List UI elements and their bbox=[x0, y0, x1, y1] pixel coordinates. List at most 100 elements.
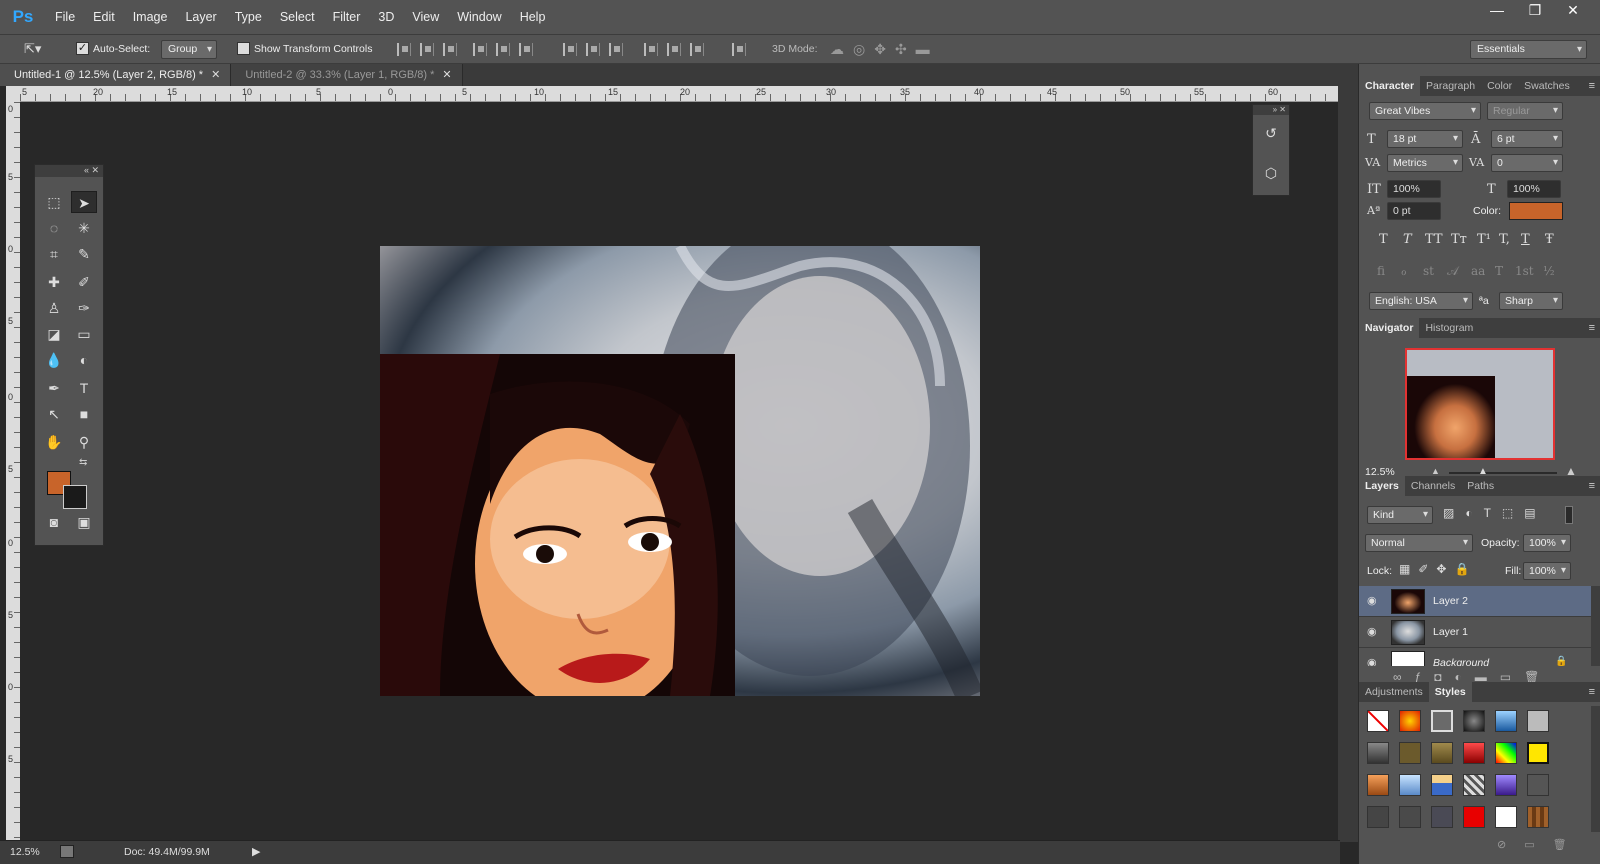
menu-file[interactable]: File bbox=[46, 0, 84, 34]
layer-name[interactable]: Background bbox=[1433, 657, 1489, 666]
style-swatch[interactable] bbox=[1399, 710, 1421, 732]
zoom-slider[interactable] bbox=[1449, 472, 1557, 474]
eraser-tool-icon[interactable]: ◪ bbox=[41, 323, 67, 345]
layer-row-layer-2[interactable]: ◉ Layer 2 bbox=[1359, 586, 1591, 617]
distribute-bottom-icon[interactable] bbox=[609, 43, 623, 56]
mini-panel-header[interactable]: » ✕ bbox=[1253, 105, 1289, 115]
vertical-scale-field[interactable]: 100% bbox=[1387, 180, 1441, 198]
subscript-icon[interactable]: T, bbox=[1499, 232, 1510, 247]
tab-histogram[interactable]: Histogram bbox=[1419, 318, 1479, 338]
leading-field[interactable]: 6 pt bbox=[1491, 130, 1563, 148]
style-swatch[interactable] bbox=[1431, 742, 1453, 764]
style-swatch[interactable] bbox=[1399, 774, 1421, 796]
style-swatch[interactable] bbox=[1463, 774, 1485, 796]
menu-image[interactable]: Image bbox=[124, 0, 177, 34]
status-zoom[interactable]: 12.5% bbox=[10, 846, 40, 858]
align-right-icon[interactable] bbox=[519, 43, 533, 56]
align-left-icon[interactable] bbox=[473, 43, 487, 56]
move-tool-preset-icon[interactable]: ⇱▾ bbox=[24, 41, 62, 59]
layer-row-background[interactable]: ◉ Background 🔒 bbox=[1359, 648, 1591, 666]
ligature-icon[interactable]: fi bbox=[1377, 264, 1385, 278]
history-icon[interactable]: ↺ bbox=[1260, 125, 1282, 147]
font-family-dropdown[interactable]: Great Vibes bbox=[1369, 102, 1481, 120]
tracking-field[interactable]: 0 bbox=[1491, 154, 1563, 172]
show-transform-checkbox[interactable] bbox=[237, 42, 250, 55]
style-swatch[interactable] bbox=[1463, 806, 1485, 828]
history-brush-tool-icon[interactable]: ✑ bbox=[71, 297, 97, 319]
tab-adjustments[interactable]: Adjustments bbox=[1359, 682, 1429, 702]
align-top-icon[interactable] bbox=[397, 43, 411, 56]
strikethrough-icon[interactable]: Ŧ bbox=[1545, 232, 1554, 247]
faux-italic-icon[interactable]: T bbox=[1403, 232, 1412, 247]
styles-scrollbar[interactable] bbox=[1591, 706, 1600, 832]
style-swatch[interactable] bbox=[1495, 806, 1517, 828]
swash-icon[interactable]: 𝒜 bbox=[1447, 264, 1458, 279]
menu-select[interactable]: Select bbox=[271, 0, 324, 34]
screen-mode-icon[interactable]: ▣ bbox=[71, 511, 97, 533]
fractions-icon[interactable]: ½ bbox=[1543, 264, 1555, 278]
menu-view[interactable]: View bbox=[403, 0, 448, 34]
menu-edit[interactable]: Edit bbox=[84, 0, 124, 34]
layers-scrollbar[interactable] bbox=[1591, 586, 1600, 666]
style-swatch[interactable] bbox=[1431, 806, 1453, 828]
clone-stamp-tool-icon[interactable]: ♙ bbox=[41, 297, 67, 319]
document-canvas[interactable] bbox=[380, 246, 980, 696]
tools-panel-header[interactable]: « ✕ bbox=[35, 165, 103, 177]
menu-filter[interactable]: Filter bbox=[324, 0, 370, 34]
visibility-eye-icon[interactable]: ◉ bbox=[1367, 625, 1377, 638]
fill-field[interactable]: 100% bbox=[1523, 562, 1571, 580]
panel-menu-icon[interactable]: ≡ bbox=[1589, 322, 1595, 334]
align-hcenter-icon[interactable] bbox=[496, 43, 510, 56]
filter-toggle-switch[interactable] bbox=[1565, 506, 1573, 524]
style-swatch[interactable] bbox=[1399, 742, 1421, 764]
auto-select-checkbox[interactable]: ✓ bbox=[76, 42, 89, 55]
superscript-icon[interactable]: T¹ bbox=[1477, 232, 1491, 247]
layer-name[interactable]: Layer 1 bbox=[1433, 626, 1468, 638]
auto-align-icon[interactable] bbox=[732, 43, 746, 56]
lasso-tool-icon[interactable]: ◌ bbox=[41, 217, 67, 239]
menu-layer[interactable]: Layer bbox=[176, 0, 225, 34]
status-menu-icon[interactable]: ▶ bbox=[252, 845, 260, 858]
distribute-right-icon[interactable] bbox=[690, 43, 704, 56]
language-dropdown[interactable]: English: USA bbox=[1369, 292, 1473, 310]
align-vcenter-icon[interactable] bbox=[420, 43, 434, 56]
auto-select-target-dropdown[interactable]: Group bbox=[161, 40, 217, 59]
underline-icon[interactable]: T bbox=[1521, 232, 1530, 247]
style-swatch[interactable] bbox=[1367, 742, 1389, 764]
brush-tool-icon[interactable]: ✐ bbox=[71, 271, 97, 293]
tab-color[interactable]: Color bbox=[1481, 76, 1518, 96]
ordinals-icon[interactable]: 1st bbox=[1515, 264, 1534, 278]
minimize-button[interactable]: — bbox=[1478, 0, 1516, 22]
hand-tool-icon[interactable]: ✋ bbox=[41, 431, 67, 453]
style-swatch[interactable] bbox=[1495, 774, 1517, 796]
blend-mode-dropdown[interactable]: Normal bbox=[1365, 534, 1473, 552]
style-swatch[interactable] bbox=[1431, 774, 1453, 796]
gradient-tool-icon[interactable]: ▭ bbox=[71, 323, 97, 345]
swap-colors-icon[interactable]: ⇆ bbox=[79, 457, 87, 468]
move-tool-icon[interactable]: ➤ bbox=[71, 191, 97, 213]
opacity-field[interactable]: 100% bbox=[1523, 534, 1571, 552]
zoom-tool-icon[interactable]: ⚲ bbox=[71, 431, 97, 453]
panel-menu-icon[interactable]: ≡ bbox=[1589, 80, 1595, 92]
kerning-field[interactable]: Metrics bbox=[1387, 154, 1463, 172]
baseline-shift-field[interactable]: 0 pt bbox=[1387, 202, 1441, 220]
distribute-top-icon[interactable] bbox=[563, 43, 577, 56]
marquee-tool-icon[interactable]: ⬚ bbox=[41, 191, 67, 213]
distribute-left-icon[interactable] bbox=[644, 43, 658, 56]
layer-filter-icons[interactable]: ▨◐T⬚▤ bbox=[1443, 506, 1547, 520]
style-swatch[interactable] bbox=[1431, 710, 1453, 732]
eyedropper-tool-icon[interactable]: ✎ bbox=[71, 243, 97, 265]
status-info-icon[interactable] bbox=[60, 845, 74, 858]
tab-paragraph[interactable]: Paragraph bbox=[1420, 76, 1481, 96]
healing-brush-tool-icon[interactable]: ✚ bbox=[41, 271, 67, 293]
rectangle-tool-icon[interactable]: ■ bbox=[71, 403, 97, 425]
titling-alternate-icon[interactable]: aa bbox=[1471, 264, 1485, 278]
style-swatch[interactable] bbox=[1527, 806, 1549, 828]
menu-window[interactable]: Window bbox=[448, 0, 510, 34]
type-tool-icon[interactable]: T bbox=[71, 377, 97, 399]
styles-footer-icons[interactable]: ⊘▭🗑 bbox=[1497, 838, 1585, 851]
style-swatch[interactable] bbox=[1527, 774, 1549, 796]
tab-untitled-2[interactable]: Untitled-2 @ 33.3% (Layer 1, RGB/8) * ✕ bbox=[231, 64, 463, 86]
pen-tool-icon[interactable]: ✒ bbox=[41, 377, 67, 399]
close-button[interactable]: ✕ bbox=[1554, 0, 1592, 22]
